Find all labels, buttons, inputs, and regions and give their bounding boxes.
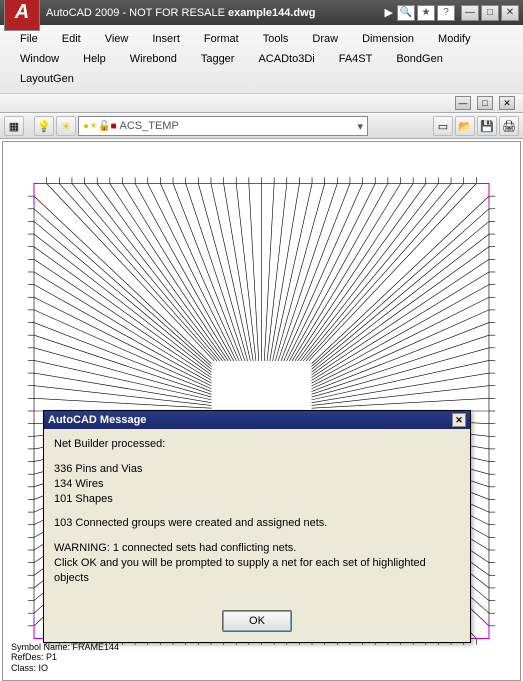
toolbar: ▦ 💡 ☀ ●☀🔓■ ACS_TEMP ▾ ▭ 📂 💾 🖨 [0,113,523,139]
menu-file[interactable]: File [8,29,50,49]
maximize-button[interactable]: □ [481,5,499,21]
menu-view[interactable]: View [93,29,141,49]
menu-acadto3di[interactable]: ACADto3Di [246,49,326,69]
menu-wirebond[interactable]: Wirebond [118,49,189,69]
doc-close-button[interactable]: ✕ [499,96,515,110]
window-buttons: — □ ✕ [461,5,519,21]
menu-bondgen[interactable]: BondGen [384,49,454,69]
layer-state-icons: ●☀🔓■ [83,120,117,132]
meta-symbol: Symbol Name: FRAME144 [11,642,119,653]
open-icon[interactable]: 📂 [455,116,475,136]
dialog-warning-line1: WARNING: 1 connected sets had conflictin… [54,542,296,554]
menu-modify[interactable]: Modify [426,29,482,49]
menu-window[interactable]: Window [8,49,71,69]
drawing-area[interactable]: Symbol Name: FRAME144 RefDes: P1 Class: … [2,141,521,681]
meta-refdes: RefDes: P1 [11,652,119,663]
menu-layoutgen[interactable]: LayoutGen [8,69,86,89]
save-icon[interactable]: 💾 [477,116,497,136]
app-logo[interactable]: A [4,0,40,31]
menubar: File Edit View Insert Format Tools Draw … [0,25,523,94]
menu-tools[interactable]: Tools [251,29,301,49]
minimize-button[interactable]: — [461,5,479,21]
dialog-warning-line2: Click OK and you will be prompted to sup… [54,557,426,584]
help-icon[interactable]: ? [437,5,455,21]
menu-draw[interactable]: Draw [300,29,350,49]
menu-help[interactable]: Help [71,49,118,69]
dialog-line-processed: Net Builder processed: [54,437,460,452]
layer-name: ACS_TEMP [120,120,179,132]
app-name: AutoCAD 2009 - NOT FOR RESALE [46,7,225,19]
menu-edit[interactable]: Edit [50,29,93,49]
menu-tagger[interactable]: Tagger [189,49,247,69]
new-icon[interactable]: ▭ [433,116,453,136]
doc-window-buttons: — □ ✕ [0,94,523,113]
dialog-close-button[interactable]: ✕ [452,413,466,427]
doc-minimize-button[interactable]: — [455,96,471,110]
dialog-pins: 336 Pins and Vias [54,463,142,475]
bulb-icon[interactable]: 💡 [34,116,54,136]
dialog-shapes: 101 Shapes [54,493,113,505]
dialog-counts: 336 Pins and Vias 134 Wires 101 Shapes [54,462,460,507]
doc-maximize-button[interactable]: □ [477,96,493,110]
menu-insert[interactable]: Insert [140,29,192,49]
search-icon[interactable]: 🔍 [397,5,415,21]
doc-name: example144.dwg [228,7,315,19]
menu-format[interactable]: Format [192,29,251,49]
dialog-wires: 134 Wires [54,478,104,490]
toolbar-right: ▭ 📂 💾 🖨 [433,116,519,136]
menu-fa4st[interactable]: FA4ST [327,49,385,69]
message-dialog: AutoCAD Message ✕ Net Builder processed:… [43,410,471,643]
print-icon[interactable]: 🖨 [499,116,519,136]
meta-class: Class: IO [11,663,119,674]
tool-icon-1[interactable]: ▦ [4,116,24,136]
drawing-meta: Symbol Name: FRAME144 RefDes: P1 Class: … [11,642,119,674]
star-icon[interactable]: ★ [417,5,435,21]
dialog-title: AutoCAD Message [48,414,146,426]
menu-dimension[interactable]: Dimension [350,29,426,49]
titlebar: A AutoCAD 2009 - NOT FOR RESALE example1… [0,0,523,25]
title-text: AutoCAD 2009 - NOT FOR RESALE example144… [46,7,381,19]
ok-button[interactable]: OK [222,610,292,632]
dialog-warning: WARNING: 1 connected sets had conflictin… [54,541,460,586]
title-arrow-icon[interactable]: ▶ [385,6,393,19]
dialog-groups: 103 Connected groups were created and as… [54,516,460,531]
close-button[interactable]: ✕ [501,5,519,21]
dialog-titlebar[interactable]: AutoCAD Message ✕ [44,411,470,429]
dialog-buttons: OK [44,604,470,642]
dialog-body: Net Builder processed: 336 Pins and Vias… [44,429,470,604]
sun-icon[interactable]: ☀ [56,116,76,136]
layer-combo[interactable]: ●☀🔓■ ACS_TEMP ▾ [78,116,368,136]
